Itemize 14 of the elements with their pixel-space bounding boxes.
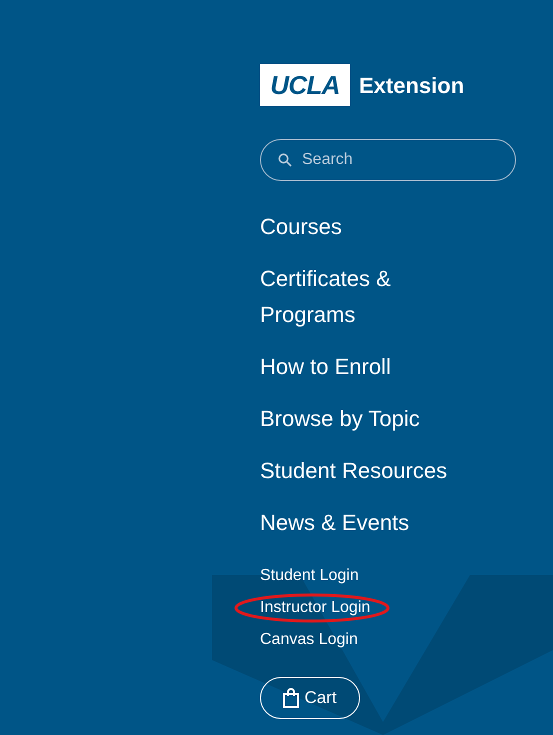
nav-link[interactable]: Browse by Topic [260, 401, 485, 437]
login-link[interactable]: Canvas Login [260, 624, 358, 656]
nav-link[interactable]: News & Events [260, 505, 485, 541]
nav-link[interactable]: Student Resources [260, 453, 485, 489]
logo-text: Extension [359, 72, 464, 100]
login-link[interactable]: Student Login [260, 560, 359, 592]
cart-button[interactable]: Cart [260, 677, 360, 719]
nav-link[interactable]: How to Enroll [260, 349, 485, 385]
nav-link[interactable]: Certificates & Programs [260, 261, 485, 333]
search-field[interactable]: Search [260, 139, 516, 181]
search-icon [278, 153, 292, 167]
nav-link[interactable]: Courses [260, 209, 485, 245]
shopping-bag-icon [283, 688, 300, 708]
logo-mark[interactable]: UCLA [260, 64, 350, 106]
